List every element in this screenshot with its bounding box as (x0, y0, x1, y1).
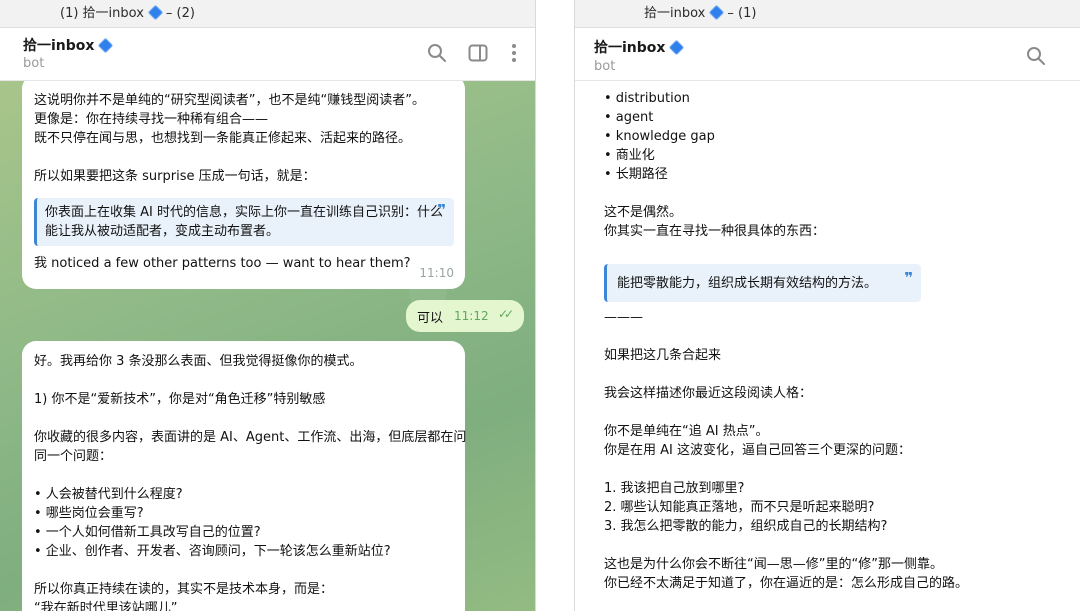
list-item: • agent (604, 110, 654, 125)
list-item: • 长期路径 (604, 167, 668, 182)
message-line: 如果把这几条合起来 (604, 348, 722, 363)
list-item: • distribution (604, 91, 690, 106)
search-icon[interactable] (426, 42, 448, 64)
list-item: 3. 我怎么把零散的能力，组织成自己的长期结构? (604, 519, 888, 534)
incoming-message[interactable]: 好。我再给你 3 条没那么表面、但我觉得挺像你的模式。 1) 你不是“爱新技术”… (22, 341, 467, 611)
message-line: 你不是单纯在“追 AI 热点”。 (604, 424, 769, 439)
right-titlebar: 拾一inbox – (1) (575, 0, 1080, 28)
message-line: 这说明你并不是单纯的“研究型阅读者”，也不是纯“赚钱型阅读者”。 (34, 93, 425, 108)
message-line: 我 noticed a few other patterns too — wan… (34, 256, 411, 271)
chat-name[interactable]: 拾一inbox (594, 37, 687, 57)
diamond-icon (669, 39, 685, 56)
list-item: • 一个人如何借新工具改写自己的位置? (34, 525, 261, 540)
left-chat-area[interactable]: 这说明你并不是单纯的“研究型阅读者”，也不是纯“赚钱型阅读者”。 更像是：你在持… (0, 81, 535, 611)
left-chat-header[interactable]: 拾一inbox bot (0, 28, 535, 81)
message-time: 11:10 (419, 266, 454, 280)
message-line: 好。我再给你 3 条没那么表面、但我觉得挺像你的模式。 (34, 354, 363, 369)
divider-text: ——— (604, 310, 643, 325)
outgoing-time: 11:12 (454, 309, 489, 323)
quote-line: 能让我从被动适配者，变成主动布置者。 (45, 224, 280, 239)
list-item: • 商业化 (604, 148, 655, 163)
message-line: 你是在用 AI 这波变化，逼自己回答三个更深的问题： (604, 443, 911, 458)
right-window-title-suffix: – (1) (727, 6, 757, 21)
list-item: • 人会被替代到什么程度? (34, 487, 183, 502)
message-block-top: • distribution • agent • knowledge gap •… (604, 89, 825, 241)
message-line: 这也是为什么你会不断往“闻—思—修”里的“修”那一侧靠。 (604, 557, 943, 572)
message-line: 你已经不太满足于知道了，你在逼近的是：怎么形成自己的路。 (604, 576, 969, 591)
list-item: • knowledge gap (604, 129, 715, 144)
message-line: 1) 你不是“爱新技术”，你是对“角色迁移”特别敏感 (34, 392, 326, 407)
message-line: 所以如果要把这条 surprise 压成一句话，就是： (34, 169, 316, 184)
right-chat-header[interactable]: 拾一inbox bot (575, 28, 1080, 81)
message-line: 同一个问题： (34, 449, 113, 464)
list-item: 1. 我该把自己放到哪里? (604, 481, 745, 496)
message-line: 这不是偶然。 (604, 205, 683, 220)
chat-name-label: 拾一inbox (23, 38, 95, 54)
chat-name-label: 拾一inbox (594, 40, 666, 56)
right-window: 拾一inbox – (1) 拾一inbox bot • distribution … (574, 0, 1080, 611)
quote-mark-icon: ❞ (437, 201, 446, 219)
incoming-message[interactable]: 这说明你并不是单纯的“研究型阅读者”，也不是纯“赚钱型阅读者”。 更像是：你在持… (22, 81, 465, 289)
diamond-icon (147, 4, 164, 21)
left-titlebar: (1) 拾一inbox – (2) (0, 0, 535, 28)
message-line: 既不只停在闻与思，也想找到一条能真正修起来、活起来的路径。 (34, 131, 412, 146)
list-item: • 企业、创作者、开发者、咨询顾问，下一轮该怎么重新站位? (34, 544, 391, 559)
quote-line: 能把零散能力，组织成长期有效结构的方法。 (617, 276, 878, 291)
quote-block: 能把零散能力，组织成长期有效结构的方法。 ❞ (604, 264, 921, 302)
sidebar-toggle-icon[interactable] (467, 42, 489, 64)
read-checkmarks-icon: ✓✓ (498, 307, 514, 321)
left-window-title: (1) 拾一inbox (60, 6, 144, 21)
outgoing-text: 可以 (417, 311, 444, 326)
more-vertical-icon[interactable] (503, 42, 525, 64)
outgoing-message[interactable]: 可以 11:12 ✓✓ (406, 300, 524, 332)
search-icon[interactable] (1025, 45, 1047, 67)
message-line: 你其实一直在寻找一种很具体的东西： (604, 224, 826, 239)
chat-subtitle: bot (594, 59, 616, 74)
quote-block: 你表面上在收集 AI 时代的信息，实际上你一直在训练自己识别：什么 能让我从被动… (34, 198, 454, 246)
right-chat-area[interactable]: • distribution • agent • knowledge gap •… (575, 81, 1080, 611)
message-line: 你收藏的很多内容，表面讲的是 AI、Agent、工作流、出海，但底层都在问 (34, 430, 467, 445)
left-window-title-suffix: – (2) (165, 6, 195, 21)
list-item: • 哪些岗位会重写? (34, 506, 144, 521)
left-window-title-wrap: (1) 拾一inbox – (2) (60, 0, 195, 27)
message-line: 所以你真正持续在读的，其实不是技术本身，而是： (34, 582, 334, 597)
right-window-title: 拾一inbox (644, 6, 706, 21)
left-window: (1) 拾一inbox – (2) 拾一inbox bot 这说明你并不是单纯的“… (0, 0, 536, 611)
list-item: 2. 哪些认知能真正落地，而不只是听起来聪明? (604, 500, 875, 515)
diamond-icon (98, 37, 114, 54)
message-block-bottom: ——— 如果把这几条合起来 我会这样描述你最近这段阅读人格： 你不是单纯在“追 … (604, 308, 968, 593)
right-window-title-wrap: 拾一inbox – (1) (644, 0, 756, 27)
message-line: 更像是：你在持续寻找一种稀有组合—— (34, 112, 269, 127)
chat-subtitle: bot (23, 56, 45, 71)
diamond-icon (709, 4, 725, 21)
quote-line: 你表面上在收集 AI 时代的信息，实际上你一直在训练自己识别：什么 (45, 205, 443, 220)
message-line: 我会这样描述你最近这段阅读人格： (604, 386, 813, 401)
quote-mark-icon: ❞ (904, 269, 913, 287)
message-line: “我在新时代里该站哪儿” (34, 601, 178, 611)
chat-name[interactable]: 拾一inbox (23, 35, 116, 55)
